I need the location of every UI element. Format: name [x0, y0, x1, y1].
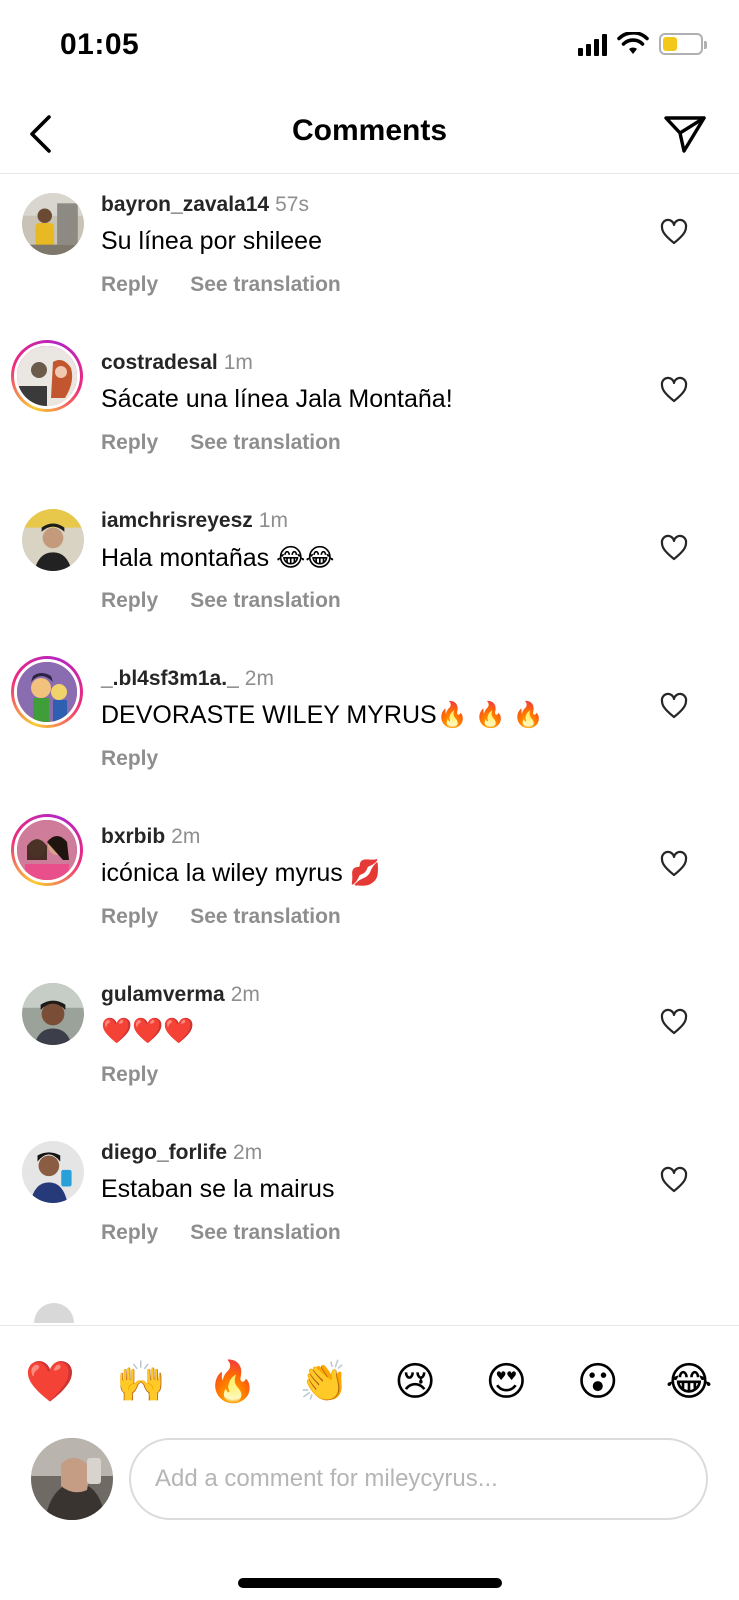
avatar[interactable] [11, 340, 83, 412]
comment-text: Estaban se la mairus [101, 1175, 335, 1203]
comment-item: _.bl4sf3m1a._ 2m DEVORASTE WILEY MYRUS🔥 🔥… [0, 649, 739, 807]
see-translation-button[interactable]: See translation [190, 431, 341, 455]
emoji-surprised[interactable]: 😮 [570, 1354, 626, 1410]
wifi-icon [617, 32, 649, 54]
battery-level [663, 37, 678, 51]
battery-icon [659, 33, 707, 55]
status-icons [578, 32, 707, 56]
status-bar: 01:05 [0, 0, 739, 96]
comment-username[interactable]: bxrbib [101, 825, 165, 848]
reply-button[interactable]: Reply [101, 1063, 158, 1087]
heart-icon[interactable] [659, 1165, 689, 1195]
comment-username[interactable]: diego_forlife [101, 1141, 227, 1164]
heart-icon[interactable] [659, 217, 689, 247]
emoji-laughing[interactable]: 😂 [661, 1354, 717, 1410]
comment-time: 2m [230, 983, 260, 1006]
reply-button[interactable]: Reply [101, 1221, 158, 1245]
emoji-heart-eyes[interactable]: 😍 [478, 1354, 534, 1410]
avatar[interactable] [11, 656, 83, 728]
partial-next-avatar [32, 1303, 76, 1323]
paper-plane-icon [664, 116, 706, 153]
home-indicator [238, 1578, 502, 1588]
status-time: 01:05 [60, 28, 140, 61]
comment-text: Su línea por shileee [101, 227, 322, 255]
comment-time: 2m [233, 1141, 263, 1164]
comment-username[interactable]: iamchrisreyesz [101, 509, 253, 532]
reply-button[interactable]: Reply [101, 905, 158, 929]
comment-actions: Reply See translation [101, 589, 341, 613]
quick-emoji-bar: ❤️ 🙌 🔥 👏 😢 😍 😮 😂 [22, 1354, 717, 1410]
comment-text: Sácate una línea Jala Montaña! [101, 385, 453, 413]
comment-time: 2m [171, 825, 201, 848]
heart-icon[interactable] [659, 1007, 689, 1037]
comment-item: gulamverma 2m ❤️❤️❤️ Reply [0, 965, 739, 1123]
comment-username[interactable]: gulamverma [101, 983, 225, 1006]
avatar[interactable] [22, 983, 84, 1045]
avatar[interactable] [22, 509, 84, 571]
comment-actions: Reply See translation [101, 905, 341, 929]
comment-meta: gulamverma 2m [101, 983, 260, 1007]
reply-button[interactable]: Reply [101, 589, 158, 613]
comments-list: bayron_zavala14 57s Su línea por shileee … [0, 175, 739, 1325]
see-translation-button[interactable]: See translation [190, 1221, 341, 1245]
comment-text: Hala montañas 😂😂 [101, 544, 335, 572]
comment-text: icónica la wiley myrus 💋 [101, 859, 381, 887]
heart-icon[interactable] [659, 691, 689, 721]
emoji-fire[interactable]: 🔥 [205, 1354, 261, 1410]
comment-username[interactable]: bayron_zavala14 [101, 193, 269, 216]
heart-icon[interactable] [659, 849, 689, 879]
cellular-signal-icon [578, 32, 607, 56]
comment-meta: bayron_zavala14 57s [101, 193, 309, 217]
share-button[interactable] [657, 106, 713, 162]
comment-item: bayron_zavala14 57s Su línea por shileee … [0, 175, 739, 333]
comment-text: ❤️❤️❤️ [101, 1017, 195, 1045]
see-translation-button[interactable]: See translation [190, 273, 341, 297]
see-translation-button[interactable]: See translation [190, 589, 341, 613]
heart-icon[interactable] [659, 533, 689, 563]
reply-button[interactable]: Reply [101, 431, 158, 455]
comment-time: 1m [223, 351, 253, 374]
comment-time: 57s [275, 193, 309, 216]
current-user-avatar [31, 1438, 113, 1520]
comment-meta: iamchrisreyesz 1m [101, 509, 288, 533]
comment-actions: Reply [101, 747, 158, 771]
comment-meta: bxrbib 2m [101, 825, 200, 849]
comment-item: costradesal 1m Sácate una línea Jala Mont… [0, 333, 739, 491]
comments-header: Comments [0, 96, 739, 174]
avatar[interactable] [22, 193, 84, 255]
comment-text: DEVORASTE WILEY MYRUS🔥 🔥 🔥 [101, 701, 544, 729]
page-title: Comments [291, 114, 448, 147]
comment-composer: ❤️ 🙌 🔥 👏 😢 😍 😮 😂 [0, 1325, 739, 1600]
comment-actions: Reply See translation [101, 431, 341, 455]
comment-username[interactable]: costradesal [101, 351, 218, 374]
comment-meta: diego_forlife 2m [101, 1141, 262, 1165]
emoji-crying[interactable]: 😢 [387, 1354, 443, 1410]
comment-item: bxrbib 2m icónica la wiley myrus 💋 Reply S… [0, 807, 739, 965]
comment-actions: Reply See translation [101, 1221, 341, 1245]
emoji-raised-hands[interactable]: 🙌 [113, 1354, 169, 1410]
comment-time: 2m [244, 667, 274, 690]
see-translation-button[interactable]: See translation [190, 905, 341, 929]
comment-time: 1m [258, 509, 288, 532]
reply-button[interactable]: Reply [101, 273, 158, 297]
emoji-clap[interactable]: 👏 [296, 1354, 352, 1410]
reply-button[interactable]: Reply [101, 747, 158, 771]
avatar[interactable] [11, 814, 83, 886]
emoji-heart[interactable]: ❤️ [22, 1354, 78, 1410]
comment-meta: _.bl4sf3m1a._ 2m [101, 667, 274, 691]
heart-icon[interactable] [659, 375, 689, 405]
comment-item: iamchrisreyesz 1m Hala montañas 😂😂 Reply S… [0, 491, 739, 649]
comment-actions: Reply [101, 1063, 158, 1087]
comment-item: diego_forlife 2m Estaban se la mairus Rep… [0, 1123, 739, 1281]
comment-actions: Reply See translation [101, 273, 341, 297]
comment-meta: costradesal 1m [101, 351, 253, 375]
comment-input[interactable] [129, 1438, 708, 1520]
comment-username[interactable]: _.bl4sf3m1a._ [101, 667, 239, 690]
avatar[interactable] [22, 1141, 84, 1203]
